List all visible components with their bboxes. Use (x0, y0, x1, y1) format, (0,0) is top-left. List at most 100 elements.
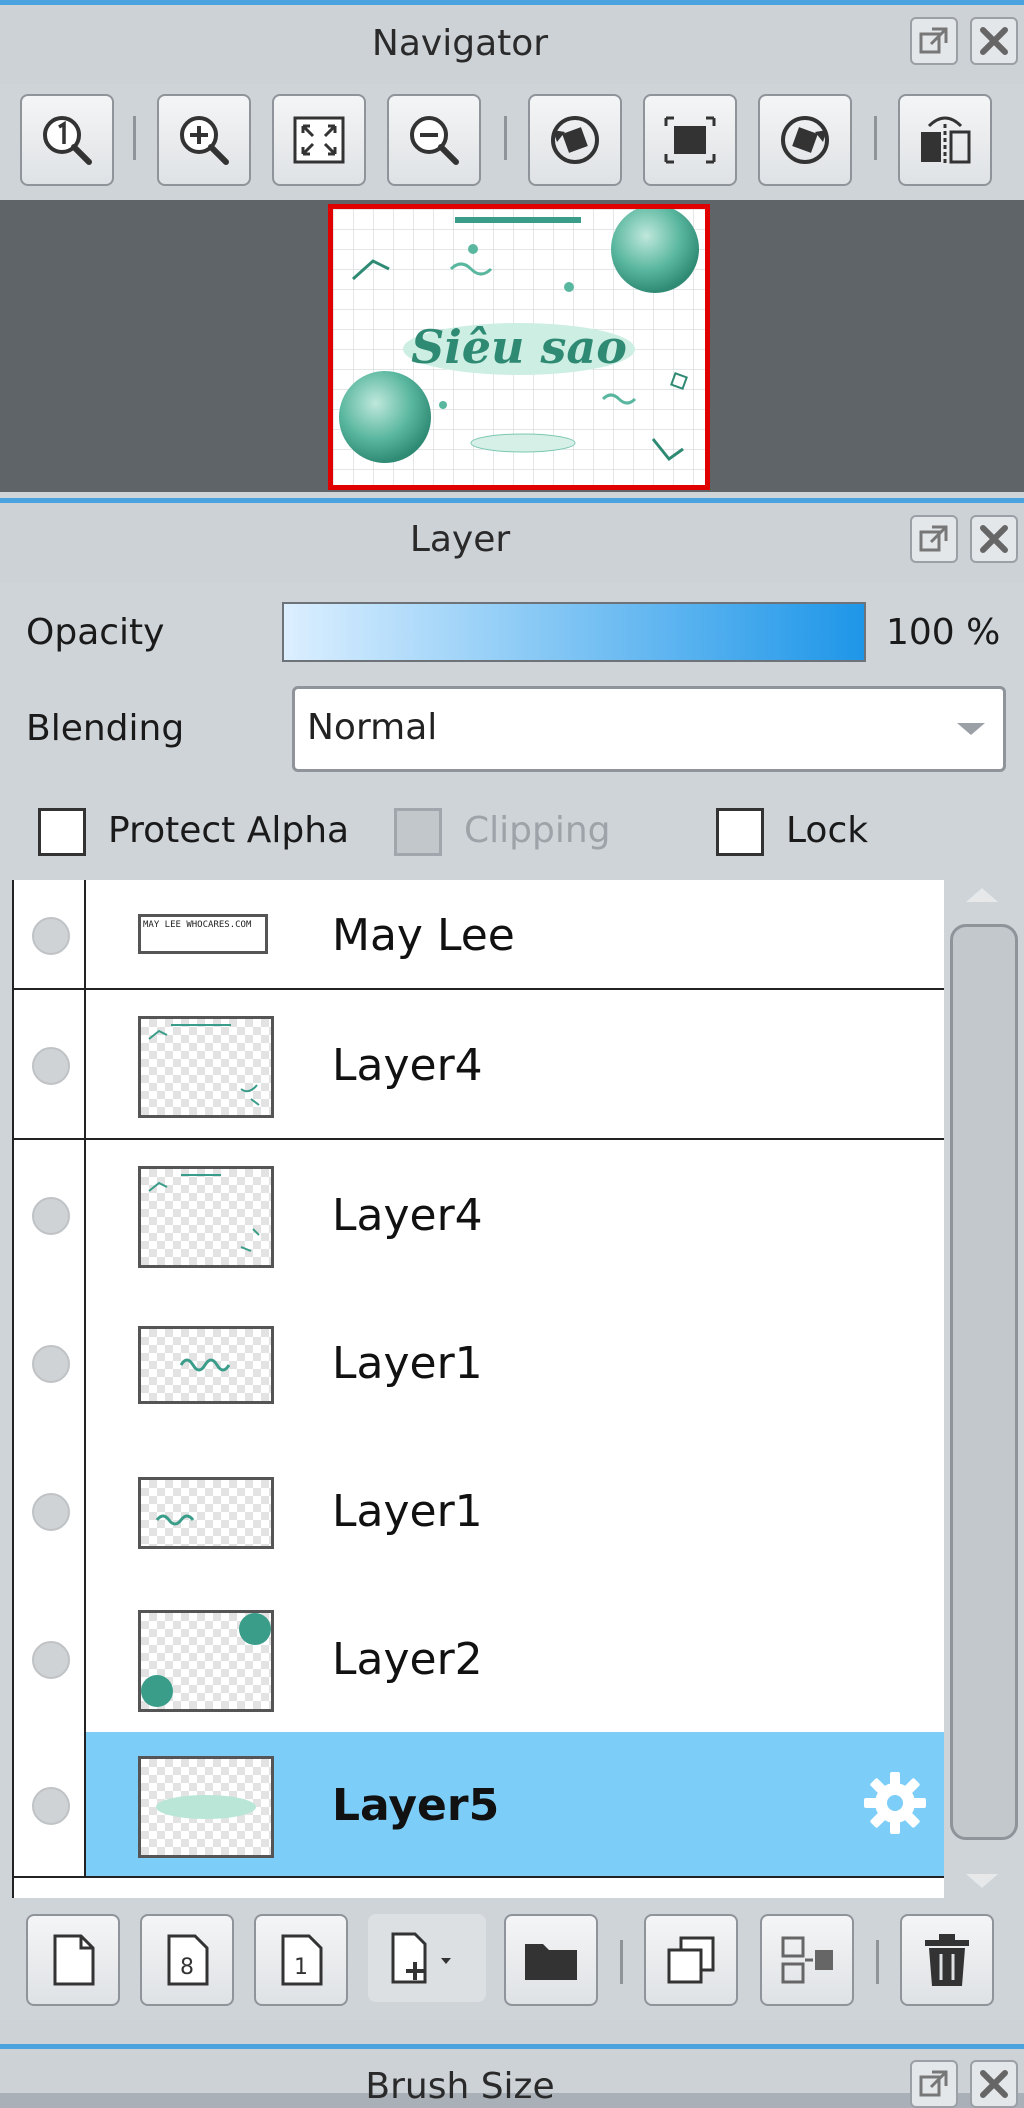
canvas-thumbnail: Siêu sao (333, 205, 705, 485)
layer-row[interactable]: Layer2 (14, 1584, 946, 1734)
undock-button[interactable] (910, 2060, 958, 2108)
layer-thumbnail-text: MAY LEE WHOCARES.COM (143, 920, 252, 930)
layer-name[interactable]: Layer4 (332, 1040, 483, 1091)
visibility-column (14, 1436, 86, 1584)
layer-row[interactable]: Layer1 (14, 1436, 946, 1586)
chevron-down-icon (957, 723, 985, 735)
gear-icon[interactable] (860, 1768, 930, 1838)
navigator-titlebar: Navigator (0, 5, 1024, 89)
visibility-column (14, 1584, 86, 1732)
new-8bit-layer-button[interactable]: 8 (140, 1914, 234, 2006)
blending-select[interactable]: Normal (292, 686, 1006, 772)
undock-button[interactable] (910, 17, 958, 65)
zoom-out-button[interactable] (387, 94, 481, 186)
visibility-column (14, 990, 86, 1138)
close-icon (980, 27, 1008, 55)
visibility-toggle[interactable] (32, 1641, 70, 1679)
panel-accent (0, 2044, 1024, 2049)
new-8bit-layer-icon: 8 (167, 1934, 209, 1986)
fit-screen-icon (664, 116, 716, 164)
undock-button[interactable] (910, 515, 958, 563)
visibility-toggle[interactable] (32, 1787, 70, 1825)
layer-name[interactable]: Layer5 (332, 1780, 499, 1831)
toolbar-separator (504, 116, 507, 160)
new-folder-icon (525, 1944, 577, 1980)
undock-icon (919, 2070, 948, 2097)
layer-row[interactable]: MAY LEE WHOCARES.COM May Lee (14, 880, 946, 990)
layer-thumbnail (138, 1756, 274, 1858)
visibility-toggle[interactable] (32, 917, 70, 955)
flip-horizontal-icon (921, 116, 971, 166)
scroll-up-icon[interactable] (966, 888, 998, 902)
layer-name[interactable]: Layer2 (332, 1634, 483, 1685)
toolbar-separator (133, 116, 136, 160)
close-button[interactable] (970, 2060, 1018, 2108)
layer-list[interactable]: MAY LEE WHOCARES.COM May Lee Layer4 Laye… (12, 880, 946, 1898)
close-icon (980, 525, 1008, 553)
toolbar-separator (620, 1940, 623, 1984)
add-layer-menu-button[interactable] (368, 1914, 486, 2002)
merge-down-button[interactable] (760, 1914, 854, 2006)
layer-row[interactable]: Layer4 (14, 990, 946, 1140)
layer-scrollbar[interactable] (944, 880, 1024, 1898)
delete-layer-button[interactable] (900, 1914, 994, 2006)
rotate-right-button[interactable] (758, 94, 852, 186)
new-1bit-layer-button[interactable]: 1 (254, 1914, 348, 2006)
zoom-in-icon (180, 116, 229, 165)
lock-label: Lock (786, 810, 869, 851)
undock-icon (919, 525, 948, 552)
duplicate-layer-icon (667, 1936, 715, 1984)
fit-view-button[interactable] (272, 94, 366, 186)
scrollbar-thumb[interactable] (950, 924, 1018, 1840)
navigator-view-frame[interactable]: Siêu sao (328, 204, 710, 490)
fit-screen-button[interactable] (643, 94, 737, 186)
navigator-toolbar (0, 84, 1024, 200)
protect-alpha-checkbox[interactable] (38, 808, 86, 856)
close-icon (980, 2070, 1008, 2098)
close-button[interactable] (970, 515, 1018, 563)
blending-label: Blending (26, 708, 185, 749)
zoom-reset-icon (43, 116, 92, 165)
blending-value: Normal (307, 707, 438, 748)
close-button[interactable] (970, 17, 1018, 65)
new-1bit-layer-icon: 1 (281, 1934, 323, 1986)
opacity-slider[interactable] (282, 602, 866, 662)
visibility-toggle[interactable] (32, 1345, 70, 1383)
rotate-left-button[interactable] (528, 94, 622, 186)
brush-size-title: Brush Size (365, 2066, 555, 2107)
layer-title: Layer (409, 519, 511, 560)
layer-row[interactable]: Layer4 (14, 1140, 946, 1290)
navigator-preview-area[interactable]: Siêu sao (0, 200, 1024, 492)
visibility-toggle[interactable] (32, 1047, 70, 1085)
zoom-in-button[interactable] (157, 94, 251, 186)
layer-row-selected[interactable]: Layer5 (14, 1732, 946, 1878)
layer-name[interactable]: Layer4 (332, 1190, 483, 1241)
new-layer-button[interactable] (26, 1914, 120, 2006)
new-folder-button[interactable] (504, 1914, 598, 2006)
visibility-toggle[interactable] (32, 1197, 70, 1235)
svg-text:1: 1 (294, 1955, 308, 1980)
zoom-reset-button[interactable] (20, 94, 114, 186)
visibility-toggle[interactable] (32, 1493, 70, 1531)
layer-thumbnail: MAY LEE WHOCARES.COM (138, 914, 268, 954)
layer-name[interactable]: Layer1 (332, 1338, 483, 1389)
layer-name[interactable]: May Lee (332, 910, 515, 961)
visibility-column (14, 1732, 86, 1876)
visibility-column (14, 880, 86, 988)
duplicate-layer-button[interactable] (644, 1914, 738, 2006)
layer-titlebar: Layer (0, 503, 1024, 583)
fit-view-icon (293, 116, 345, 164)
lock-checkbox[interactable] (716, 808, 764, 856)
clipping-checkbox[interactable] (394, 808, 442, 856)
flip-horizontal-button[interactable] (898, 94, 992, 186)
opacity-label: Opacity (26, 612, 165, 653)
layer-name[interactable]: Layer1 (332, 1486, 483, 1537)
toolbar-separator (874, 116, 877, 160)
protect-alpha-label: Protect Alpha (108, 810, 350, 851)
layer-row[interactable]: Layer1 (14, 1288, 946, 1438)
preview-title-text: Siêu sao (411, 320, 627, 374)
navigator-panel: Navigator Siêu sao (0, 0, 1024, 498)
svg-text:8: 8 (180, 1955, 194, 1980)
visibility-column (14, 1140, 86, 1288)
scroll-down-icon[interactable] (966, 1874, 998, 1888)
